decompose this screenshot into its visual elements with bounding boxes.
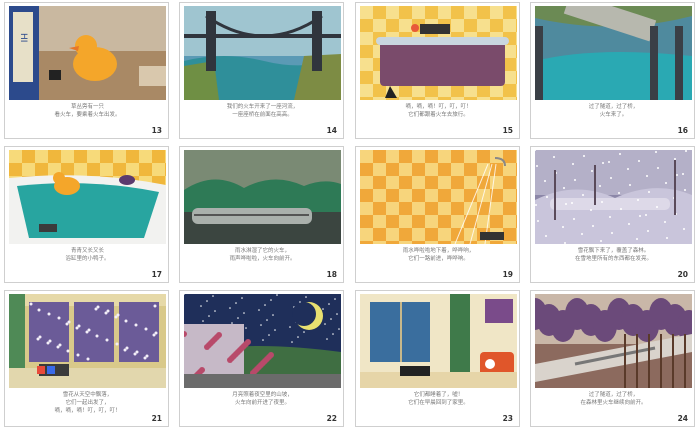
illustration-train-in-rain: [184, 150, 341, 244]
illustration-window-radio-toy-train: [360, 294, 517, 388]
caption-line: 看火车，要乘着火车出发。: [54, 112, 121, 118]
page-thumbnail[interactable]: 过了隧道，过了桥， 在森林里火车继续向前开。 24: [530, 290, 695, 427]
page-thumbnail[interactable]: 雪花从天空中飘落， 它们一起出发了， 嘀，嘀，嘀！叮，叮，叮！ 21: [4, 290, 169, 427]
page-number: 23: [502, 414, 513, 423]
page-caption: 我们的火车开来了一座河流， 一座座桥在前面在高高。: [184, 103, 341, 119]
illustration-bridge-over-river: [184, 6, 341, 100]
page-caption: 草丛旁有一只看火车，要乘着火车出发。: [9, 103, 166, 119]
caption-line: 月亮照着夜空里的山坡，: [232, 392, 293, 398]
page-caption: 过了隧道，过了桥， 火车来了。: [535, 103, 692, 119]
page-caption: 雨水淋湿了它的火车， 雨声哗啦啦，火车向前开。: [184, 247, 341, 263]
page-caption: 雨水哗啦啦地下着，哗哗响， 它们一路前进，哗哗响。: [360, 247, 517, 263]
caption-line: 过了隧道，过了桥，: [588, 392, 639, 398]
caption-line: 在森林里火车继续向前开。: [580, 400, 647, 406]
illustration-rubber-duck-toy-train: HI: [9, 6, 166, 100]
page-caption: 青青又长又长 浴缸里的小鸭子。: [9, 247, 166, 263]
page-number: 18: [326, 270, 337, 279]
caption-line: 它们一路前进，哗哗响。: [408, 256, 469, 262]
caption-line: 它们在早晨回到了家里。: [408, 400, 469, 406]
page-number: 13: [151, 126, 162, 135]
illustration-bathtub-with-duck: [9, 150, 166, 244]
page-thumbnail[interactable]: 青青又长又长 浴缸里的小鸭子。 17: [4, 146, 169, 283]
caption-line: 雪花从天空中飘落，: [62, 392, 113, 398]
illustration-window-with-snow: [9, 294, 166, 388]
page-caption: 雪花从天空中飘落， 它们一起出发了， 嘀，嘀，嘀！叮，叮，叮！: [9, 391, 166, 415]
page-caption: 嘀，嘀，嘀！叮，叮，叮！ 它们都跟着火车去旅行。: [360, 103, 517, 119]
page-thumbnail[interactable]: 我们的火车开来了一座河流， 一座座桥在前面在高高。 14: [179, 2, 344, 139]
caption-line: 浴缸里的小鸭子。: [65, 256, 110, 262]
caption-line: 青青又长又长: [70, 248, 104, 254]
page-thumbnail[interactable]: HI 草丛旁有一只看火车，要乘着火车出发。 13: [4, 2, 169, 139]
page-number: 20: [677, 270, 688, 279]
page-number: 19: [502, 270, 513, 279]
caption-line: 嘀，嘀，嘀！叮，叮，叮！: [405, 104, 472, 110]
page-caption: 过了隧道，过了桥， 在森林里火车继续向前开。: [535, 391, 692, 407]
page-thumbnail[interactable]: 月亮照着夜空里的山坡， 火车向前开进了夜里。 22: [179, 290, 344, 427]
illustration-moonlit-flowers-train: [184, 294, 341, 388]
page-thumbnail[interactable]: 嘀，嘀，嘀！叮，叮，叮！ 它们都跟着火车去旅行。 15: [355, 2, 520, 139]
caption-line: 它们都睡着了，嘘！: [413, 392, 464, 398]
page-thumbnail-grid: HI 草丛旁有一只看火车，要乘着火车出发。 13 我们的火车开来了一座河流， 一座座桥在…: [0, 0, 700, 431]
caption-line: 一座座桥在前面在高高。: [232, 112, 293, 118]
page-thumbnail[interactable]: 过了隧道，过了桥， 火车来了。 16: [530, 2, 695, 139]
page-number: 16: [677, 126, 688, 135]
caption-line: 火车向前开进了夜里。: [234, 400, 290, 406]
page-number: 17: [151, 270, 162, 279]
caption-line: 雨水淋湿了它的火车，: [234, 248, 290, 254]
page-caption: 雪花飘下来了，覆盖了森林。 在雪地里所有的东西都在发亮。: [535, 247, 692, 263]
page-caption: 它们都睡着了，嘘！ 它们在早晨回到了家里。: [360, 391, 517, 407]
caption-line: 草丛旁有一只: [70, 104, 104, 110]
caption-line: 火车来了。: [599, 112, 628, 118]
illustration-bathtub-checkered-wall: [360, 6, 517, 100]
caption-line: 它们一起出发了，: [65, 400, 110, 406]
page-number: 15: [502, 126, 513, 135]
page-thumbnail[interactable]: 雨水淋湿了它的火车， 雨声哗啦啦，火车向前开。 18: [179, 146, 344, 283]
caption-line: 在雪地里所有的东西都在发亮。: [574, 256, 652, 262]
page-number: 14: [326, 126, 337, 135]
page-number: 22: [326, 414, 337, 423]
caption-line: 雨水哗啦啦地下着，哗哗响，: [402, 248, 475, 254]
illustration-train-in-forest: [535, 294, 692, 388]
caption-line: 过了隧道，过了桥，: [588, 104, 639, 110]
page-number: 24: [677, 414, 688, 423]
caption-line: 我们的火车开来了一座河流，: [226, 104, 299, 110]
page-thumbnail[interactable]: 雪花飘下来了，覆盖了森林。 在雪地里所有的东西都在发亮。 20: [530, 146, 695, 283]
page-thumbnail[interactable]: 雨水哗啦啦地下着，哗哗响， 它们一路前进，哗哗响。 19: [355, 146, 520, 283]
svg-text:HI: HI: [18, 33, 28, 42]
page-number: 21: [151, 414, 162, 423]
caption-line: 雨声哗啦啦，火车向前开。: [229, 256, 296, 262]
illustration-train-in-snow: [535, 150, 692, 244]
caption-line: 它们都跟着火车去旅行。: [408, 112, 469, 118]
page-caption: 月亮照着夜空里的山坡， 火车向前开进了夜里。: [184, 391, 341, 407]
page-thumbnail[interactable]: 它们都睡着了，嘘！ 它们在早晨回到了家里。 23: [355, 290, 520, 427]
illustration-train-crossing-bridge: [535, 6, 692, 100]
caption-line: 雪花飘下来了，覆盖了森林。: [577, 248, 650, 254]
illustration-shower-checkered-wall: [360, 150, 517, 244]
caption-line: 嘀，嘀，嘀！叮，叮，叮！: [54, 408, 121, 414]
